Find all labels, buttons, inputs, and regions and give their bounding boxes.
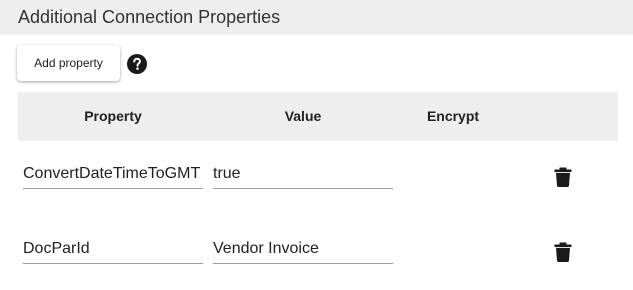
section-title: Additional Connection Properties — [18, 7, 281, 27]
add-property-button[interactable]: Add property — [17, 45, 120, 81]
property-name-input[interactable]: ConvertDateTimeToGMT — [23, 162, 203, 189]
column-header-encrypt: Encrypt — [426, 108, 480, 124]
help-circle-icon[interactable] — [127, 54, 147, 74]
trash-icon[interactable] — [554, 167, 572, 187]
column-header-value: Value — [284, 108, 322, 124]
column-header-property: Property — [84, 108, 142, 124]
table-header: Property Value Encrypt — [18, 92, 618, 141]
property-value-input[interactable]: Vendor Invoice — [213, 237, 393, 264]
trash-icon[interactable] — [554, 242, 572, 262]
property-value-input[interactable]: true — [213, 162, 393, 189]
section-header: Additional Connection Properties — [0, 0, 633, 35]
property-name-input[interactable]: DocParId — [23, 237, 203, 264]
connection-properties-panel: Additional Connection Properties Add pro… — [0, 0, 633, 290]
